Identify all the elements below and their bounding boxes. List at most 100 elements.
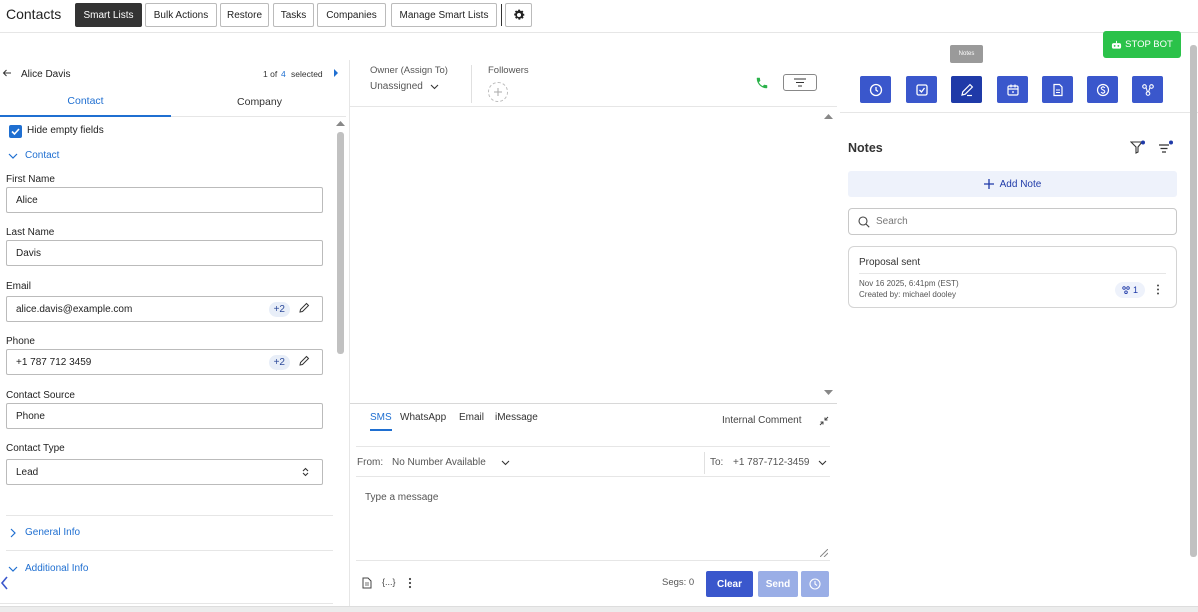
appointments-button[interactable] [997,76,1028,103]
tasks-button[interactable] [906,76,937,103]
phone-label: Phone [6,336,35,347]
resize-handle-icon[interactable] [820,549,828,557]
contact-source-field[interactable]: Phone [6,403,323,429]
workflow-icon [1141,83,1155,97]
section-general-info[interactable]: General Info [25,527,80,538]
first-name-field[interactable]: Alice [6,187,323,213]
to-select[interactable]: +1 787-712-3459 [733,457,809,468]
top-nav-bar: Contacts Smart Lists Bulk Actions Restor… [0,0,1198,33]
phone-extra-badge[interactable]: +2 [268,355,290,370]
tab-companies[interactable]: Companies [317,3,386,27]
bot-icon [1111,40,1122,50]
sort-icon[interactable] [1158,140,1174,155]
notes-search-input[interactable]: Search [848,208,1177,235]
scroll-down-icon[interactable] [824,390,833,396]
horizontal-scrollbar[interactable] [0,606,1198,612]
chevron-down-icon[interactable] [501,460,510,466]
divider [501,4,502,26]
section-contact-header[interactable]: Contact [25,150,59,161]
scroll-up-icon[interactable] [824,113,833,119]
link-icon [1122,286,1130,294]
clear-button[interactable]: Clear [706,571,753,597]
filter-button[interactable] [783,74,817,91]
filter-icon[interactable] [1130,140,1146,155]
edit-pencil-icon[interactable] [298,302,312,316]
channel-imessage[interactable]: iMessage [495,412,538,423]
divider [0,603,333,604]
calendar-icon [1006,83,1020,97]
channel-sms[interactable]: SMS [370,412,392,431]
stop-bot-button[interactable]: STOP BOT [1103,31,1181,58]
add-follower-button[interactable] [488,82,508,102]
search-placeholder: Search [876,216,908,227]
chevron-right-icon[interactable] [9,528,17,538]
channel-email[interactable]: Email [459,412,484,423]
send-button[interactable]: Send [758,571,798,597]
message-input[interactable]: Type a message [365,492,438,503]
contact-source-label: Contact Source [6,390,75,401]
file-icon[interactable] [362,577,372,589]
activity-button[interactable] [860,76,891,103]
email-extra-badge[interactable]: +2 [268,302,290,317]
divider [356,476,830,477]
chevron-down-icon[interactable] [8,152,18,160]
document-icon [1051,83,1065,97]
chevron-down-icon[interactable] [430,84,439,90]
activity-panel: Notes Add Note Search Proposal sent Nov … [840,45,1198,612]
next-contact-icon[interactable] [333,69,339,77]
phone-call-icon[interactable] [755,76,769,90]
contact-type-select[interactable]: Lead [6,459,323,485]
phone-field[interactable]: +1 787 712 3459 +2 [6,349,323,375]
from-label: From: [357,457,384,468]
dollar-icon [1096,83,1110,97]
settings-button[interactable] [505,3,532,27]
edit-pencil-icon[interactable] [298,355,312,369]
tab-restore[interactable]: Restore [220,3,269,27]
left-scrollbar-thumb[interactable] [337,132,344,354]
workflows-button[interactable] [1132,76,1163,103]
add-note-button[interactable]: Add Note [848,171,1177,197]
tab-company[interactable]: Company [173,87,346,117]
search-icon [858,215,870,228]
payments-button[interactable] [1087,76,1118,103]
right-scrollbar-thumb[interactable] [1190,45,1197,557]
channel-whatsapp[interactable]: WhatsApp [400,412,446,423]
note-more-icon[interactable] [1156,284,1160,295]
clock-icon [869,83,883,97]
tab-contact[interactable]: Contact [0,87,171,117]
pager-count[interactable]: 4 [281,69,286,79]
internal-comment-link[interactable]: Internal Comment [722,415,801,426]
scroll-up-icon[interactable] [336,120,345,126]
tab-manage-smart-lists[interactable]: Manage Smart Lists [391,3,497,27]
note-card[interactable]: Proposal sent Nov 16 2025, 6:41pm (EST) … [848,246,1177,308]
more-options-icon[interactable] [408,577,412,589]
note-relations-badge[interactable]: 1 [1115,282,1145,298]
schedule-button[interactable] [801,571,829,597]
tab-bulk-actions[interactable]: Bulk Actions [145,3,217,27]
divider [356,446,830,447]
email-field[interactable]: alice.davis@example.com +2 [6,296,323,322]
note-created-by: Created by: michael dooley [859,290,956,299]
custom-values-icon[interactable]: {...} [382,577,396,587]
owner-select[interactable]: Unassigned [370,81,423,92]
chevron-down-icon[interactable] [8,565,18,573]
collapse-panel-icon[interactable] [0,576,9,590]
divider [6,515,333,516]
back-arrow-icon[interactable] [2,68,12,78]
collapse-arrows-icon[interactable] [819,416,829,426]
clock-icon [809,578,821,590]
hide-empty-checkbox[interactable] [9,125,22,138]
section-additional-info[interactable]: Additional Info [25,563,88,574]
add-note-label: Add Note [999,178,1042,190]
divider [859,273,1166,274]
last-name-field[interactable]: Davis [6,240,323,266]
tab-tasks[interactable]: Tasks [273,3,314,27]
divider [6,550,333,551]
page-title: Contacts [6,6,62,22]
pencil-icon [960,83,974,97]
tab-smart-lists[interactable]: Smart Lists [75,3,142,27]
notes-button[interactable] [951,76,982,103]
from-select[interactable]: No Number Available [392,457,486,468]
documents-button[interactable] [1042,76,1073,103]
chevron-down-icon[interactable] [818,460,827,466]
